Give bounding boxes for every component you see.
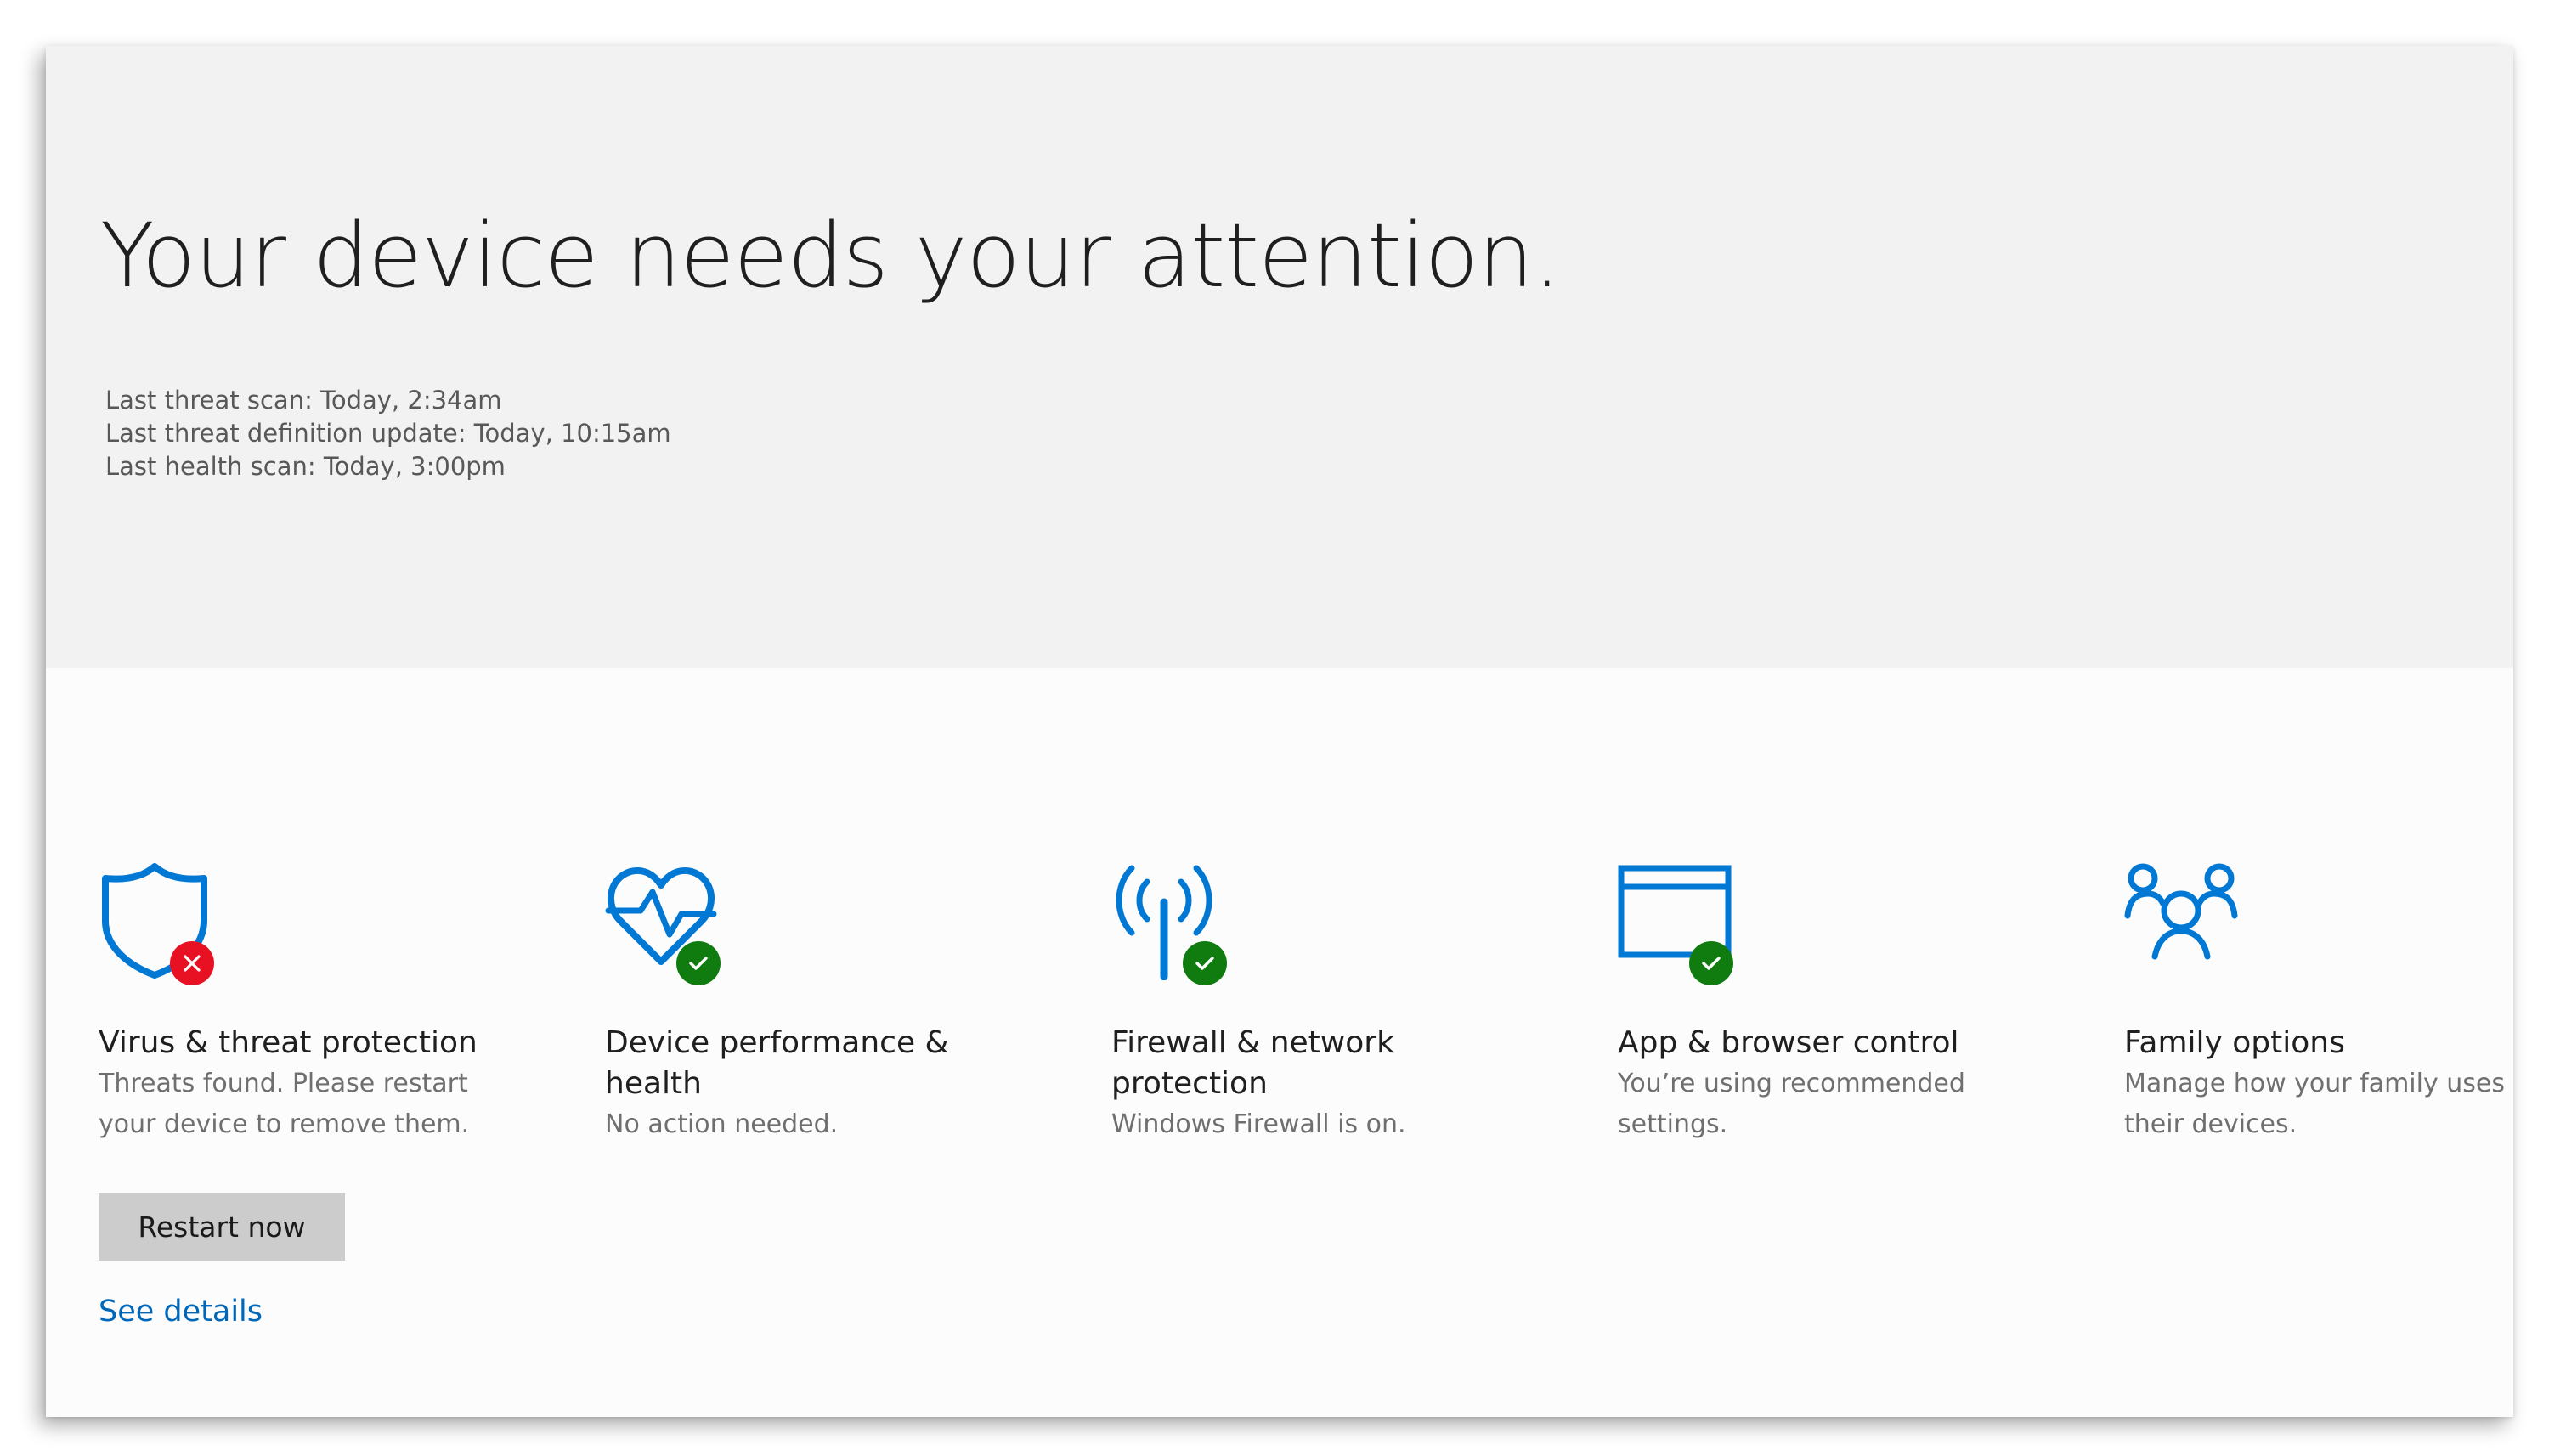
heart-pulse-icon — [605, 861, 732, 985]
card-title: Virus & threat protection — [99, 1025, 478, 1060]
card-description: No action needed. — [605, 1109, 839, 1139]
security-window: Your device needs your attention. Last t… — [46, 46, 2513, 1417]
card-description: Manage how your family uses their device… — [2124, 1069, 2505, 1139]
last-threat-scan: Last threat scan: Today, 2:34am — [105, 386, 502, 415]
card-title: Firewall & network protection — [1111, 1025, 1394, 1101]
shield-icon — [99, 861, 226, 985]
error-badge-icon — [170, 941, 214, 985]
restart-now-button[interactable]: Restart now — [99, 1193, 345, 1261]
card-app-browser-control[interactable]: App & browser control You’re using recom… — [1618, 861, 2043, 1145]
ok-check-icon — [1689, 941, 1733, 985]
page-title: Your device needs your attention. — [100, 204, 1561, 308]
card-description: Windows Firewall is on. — [1111, 1109, 1406, 1139]
wireless-antenna-icon — [1111, 861, 1239, 985]
ok-check-icon — [1183, 941, 1227, 985]
browser-window-icon — [1618, 861, 1745, 985]
scan-info: Last threat scan: Today, 2:34am Last thr… — [105, 384, 671, 483]
see-details-link[interactable]: See details — [99, 1295, 263, 1329]
status-hero: Your device needs your attention. Last t… — [46, 46, 2513, 668]
card-title: App & browser control — [1618, 1025, 1959, 1060]
last-definition-update: Last threat definition update: Today, 10… — [105, 419, 671, 448]
card-virus-threat-protection[interactable]: Virus & threat protection Threats found.… — [99, 861, 523, 1145]
ok-check-icon — [676, 941, 721, 985]
card-firewall-network[interactable]: Firewall & network protection Windows Fi… — [1111, 861, 1536, 1145]
card-family-options[interactable]: Family options Manage how your family us… — [2124, 861, 2513, 1145]
family-icon — [2124, 861, 2252, 980]
last-health-scan: Last health scan: Today, 3:00pm — [105, 452, 506, 481]
card-title: Family options — [2124, 1025, 2345, 1060]
card-description: You’re using recommended settings. — [1618, 1069, 1965, 1139]
card-title: Device performance & health — [605, 1025, 949, 1101]
card-device-performance[interactable]: Device performance & health No action ne… — [605, 861, 1030, 1145]
card-description: Threats found. Please restart your devic… — [99, 1069, 470, 1139]
